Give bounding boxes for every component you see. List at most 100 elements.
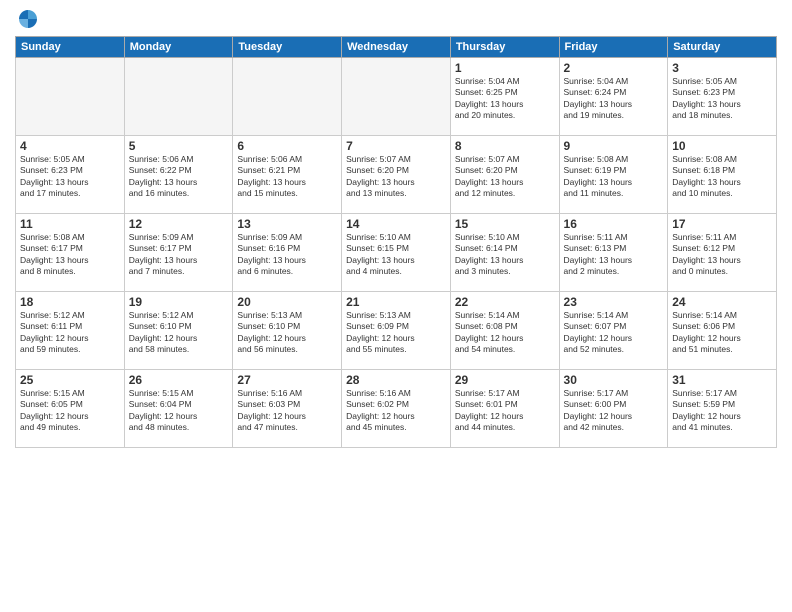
calendar-cell	[16, 58, 125, 136]
day-number: 27	[237, 373, 337, 387]
calendar-cell: 8Sunrise: 5:07 AM Sunset: 6:20 PM Daylig…	[450, 136, 559, 214]
day-number: 4	[20, 139, 120, 153]
weekday-header-friday: Friday	[559, 37, 668, 58]
calendar-cell: 30Sunrise: 5:17 AM Sunset: 6:00 PM Dayli…	[559, 370, 668, 448]
day-info: Sunrise: 5:12 AM Sunset: 6:10 PM Dayligh…	[129, 310, 229, 356]
day-number: 5	[129, 139, 229, 153]
calendar-cell: 18Sunrise: 5:12 AM Sunset: 6:11 PM Dayli…	[16, 292, 125, 370]
day-number: 22	[455, 295, 555, 309]
day-number: 28	[346, 373, 446, 387]
day-info: Sunrise: 5:17 AM Sunset: 6:01 PM Dayligh…	[455, 388, 555, 434]
calendar-cell: 3Sunrise: 5:05 AM Sunset: 6:23 PM Daylig…	[668, 58, 777, 136]
day-number: 19	[129, 295, 229, 309]
calendar-cell: 9Sunrise: 5:08 AM Sunset: 6:19 PM Daylig…	[559, 136, 668, 214]
day-number: 20	[237, 295, 337, 309]
day-number: 13	[237, 217, 337, 231]
calendar-cell: 1Sunrise: 5:04 AM Sunset: 6:25 PM Daylig…	[450, 58, 559, 136]
calendar-cell: 12Sunrise: 5:09 AM Sunset: 6:17 PM Dayli…	[124, 214, 233, 292]
day-number: 8	[455, 139, 555, 153]
day-info: Sunrise: 5:07 AM Sunset: 6:20 PM Dayligh…	[455, 154, 555, 200]
weekday-header-wednesday: Wednesday	[342, 37, 451, 58]
day-info: Sunrise: 5:10 AM Sunset: 6:14 PM Dayligh…	[455, 232, 555, 278]
day-info: Sunrise: 5:16 AM Sunset: 6:02 PM Dayligh…	[346, 388, 446, 434]
day-info: Sunrise: 5:13 AM Sunset: 6:09 PM Dayligh…	[346, 310, 446, 356]
day-info: Sunrise: 5:11 AM Sunset: 6:12 PM Dayligh…	[672, 232, 772, 278]
calendar-cell: 10Sunrise: 5:08 AM Sunset: 6:18 PM Dayli…	[668, 136, 777, 214]
header	[15, 10, 777, 28]
weekday-header-sunday: Sunday	[16, 37, 125, 58]
calendar-cell	[342, 58, 451, 136]
day-info: Sunrise: 5:14 AM Sunset: 6:08 PM Dayligh…	[455, 310, 555, 356]
day-info: Sunrise: 5:09 AM Sunset: 6:17 PM Dayligh…	[129, 232, 229, 278]
day-number: 2	[564, 61, 664, 75]
day-number: 15	[455, 217, 555, 231]
calendar-cell: 6Sunrise: 5:06 AM Sunset: 6:21 PM Daylig…	[233, 136, 342, 214]
day-number: 6	[237, 139, 337, 153]
day-info: Sunrise: 5:17 AM Sunset: 6:00 PM Dayligh…	[564, 388, 664, 434]
day-number: 26	[129, 373, 229, 387]
day-number: 29	[455, 373, 555, 387]
day-info: Sunrise: 5:14 AM Sunset: 6:06 PM Dayligh…	[672, 310, 772, 356]
calendar-cell: 29Sunrise: 5:17 AM Sunset: 6:01 PM Dayli…	[450, 370, 559, 448]
weekday-header-saturday: Saturday	[668, 37, 777, 58]
page: SundayMondayTuesdayWednesdayThursdayFrid…	[0, 0, 792, 612]
day-info: Sunrise: 5:08 AM Sunset: 6:18 PM Dayligh…	[672, 154, 772, 200]
week-row-1: 4Sunrise: 5:05 AM Sunset: 6:23 PM Daylig…	[16, 136, 777, 214]
day-number: 23	[564, 295, 664, 309]
day-info: Sunrise: 5:07 AM Sunset: 6:20 PM Dayligh…	[346, 154, 446, 200]
day-info: Sunrise: 5:13 AM Sunset: 6:10 PM Dayligh…	[237, 310, 337, 356]
day-number: 16	[564, 217, 664, 231]
day-number: 25	[20, 373, 120, 387]
calendar-cell: 16Sunrise: 5:11 AM Sunset: 6:13 PM Dayli…	[559, 214, 668, 292]
day-number: 7	[346, 139, 446, 153]
day-info: Sunrise: 5:17 AM Sunset: 5:59 PM Dayligh…	[672, 388, 772, 434]
calendar-cell: 23Sunrise: 5:14 AM Sunset: 6:07 PM Dayli…	[559, 292, 668, 370]
day-info: Sunrise: 5:12 AM Sunset: 6:11 PM Dayligh…	[20, 310, 120, 356]
calendar-cell: 13Sunrise: 5:09 AM Sunset: 6:16 PM Dayli…	[233, 214, 342, 292]
day-info: Sunrise: 5:08 AM Sunset: 6:19 PM Dayligh…	[564, 154, 664, 200]
calendar-cell: 27Sunrise: 5:16 AM Sunset: 6:03 PM Dayli…	[233, 370, 342, 448]
day-number: 10	[672, 139, 772, 153]
calendar-cell: 5Sunrise: 5:06 AM Sunset: 6:22 PM Daylig…	[124, 136, 233, 214]
day-number: 24	[672, 295, 772, 309]
day-number: 1	[455, 61, 555, 75]
day-number: 12	[129, 217, 229, 231]
logo-icon	[17, 8, 39, 30]
weekday-header-row: SundayMondayTuesdayWednesdayThursdayFrid…	[16, 37, 777, 58]
day-info: Sunrise: 5:08 AM Sunset: 6:17 PM Dayligh…	[20, 232, 120, 278]
calendar-cell: 22Sunrise: 5:14 AM Sunset: 6:08 PM Dayli…	[450, 292, 559, 370]
day-number: 11	[20, 217, 120, 231]
day-info: Sunrise: 5:04 AM Sunset: 6:25 PM Dayligh…	[455, 76, 555, 122]
week-row-0: 1Sunrise: 5:04 AM Sunset: 6:25 PM Daylig…	[16, 58, 777, 136]
weekday-header-thursday: Thursday	[450, 37, 559, 58]
calendar-cell: 4Sunrise: 5:05 AM Sunset: 6:23 PM Daylig…	[16, 136, 125, 214]
day-number: 9	[564, 139, 664, 153]
day-number: 3	[672, 61, 772, 75]
day-number: 21	[346, 295, 446, 309]
day-info: Sunrise: 5:14 AM Sunset: 6:07 PM Dayligh…	[564, 310, 664, 356]
day-info: Sunrise: 5:11 AM Sunset: 6:13 PM Dayligh…	[564, 232, 664, 278]
calendar-cell: 2Sunrise: 5:04 AM Sunset: 6:24 PM Daylig…	[559, 58, 668, 136]
calendar: SundayMondayTuesdayWednesdayThursdayFrid…	[15, 36, 777, 448]
day-info: Sunrise: 5:04 AM Sunset: 6:24 PM Dayligh…	[564, 76, 664, 122]
logo	[15, 10, 39, 28]
week-row-4: 25Sunrise: 5:15 AM Sunset: 6:05 PM Dayli…	[16, 370, 777, 448]
day-number: 30	[564, 373, 664, 387]
calendar-cell: 25Sunrise: 5:15 AM Sunset: 6:05 PM Dayli…	[16, 370, 125, 448]
calendar-cell: 28Sunrise: 5:16 AM Sunset: 6:02 PM Dayli…	[342, 370, 451, 448]
weekday-header-monday: Monday	[124, 37, 233, 58]
day-info: Sunrise: 5:05 AM Sunset: 6:23 PM Dayligh…	[672, 76, 772, 122]
calendar-cell: 20Sunrise: 5:13 AM Sunset: 6:10 PM Dayli…	[233, 292, 342, 370]
calendar-cell: 15Sunrise: 5:10 AM Sunset: 6:14 PM Dayli…	[450, 214, 559, 292]
calendar-cell: 26Sunrise: 5:15 AM Sunset: 6:04 PM Dayli…	[124, 370, 233, 448]
calendar-cell	[124, 58, 233, 136]
day-number: 31	[672, 373, 772, 387]
calendar-cell	[233, 58, 342, 136]
calendar-cell: 14Sunrise: 5:10 AM Sunset: 6:15 PM Dayli…	[342, 214, 451, 292]
day-info: Sunrise: 5:16 AM Sunset: 6:03 PM Dayligh…	[237, 388, 337, 434]
week-row-3: 18Sunrise: 5:12 AM Sunset: 6:11 PM Dayli…	[16, 292, 777, 370]
day-number: 17	[672, 217, 772, 231]
calendar-cell: 11Sunrise: 5:08 AM Sunset: 6:17 PM Dayli…	[16, 214, 125, 292]
day-info: Sunrise: 5:06 AM Sunset: 6:22 PM Dayligh…	[129, 154, 229, 200]
day-info: Sunrise: 5:05 AM Sunset: 6:23 PM Dayligh…	[20, 154, 120, 200]
